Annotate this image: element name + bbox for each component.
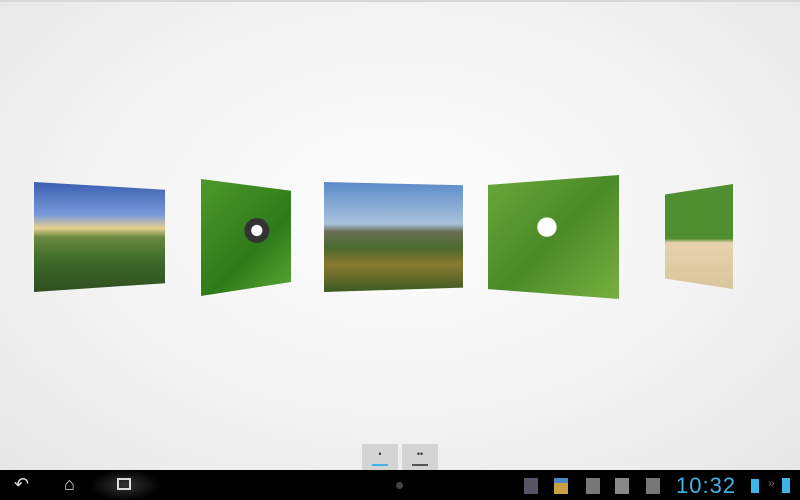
download-icon[interactable]: [615, 478, 629, 494]
battery-level-icon: [782, 478, 790, 493]
page-1-button[interactable]: •: [362, 444, 398, 470]
photo-valley-landscape[interactable]: [324, 182, 463, 292]
recent-apps-icon: [117, 478, 131, 490]
photo-ball-in-hole[interactable]: [201, 179, 291, 296]
inactive-indicator: [412, 463, 428, 466]
active-indicator: [372, 463, 388, 466]
screenshot-icon[interactable]: [524, 478, 538, 494]
clock: 10:32: [676, 473, 737, 498]
sd-card-icon[interactable]: [646, 478, 660, 494]
cleaner-icon[interactable]: [554, 478, 568, 494]
back-icon[interactable]: ↶: [14, 474, 29, 495]
page-1-label: •: [378, 448, 382, 459]
chevron-icon: »: [768, 476, 775, 490]
battery-icon: [751, 479, 759, 493]
system-bar: ↶ ⌂ 10:32 »: [0, 470, 800, 500]
photo-golf-course-mountains[interactable]: [34, 182, 165, 292]
gallery-stage: • ••: [0, 0, 800, 470]
menu-dot-icon: [396, 482, 403, 489]
page-2-button[interactable]: ••: [402, 444, 438, 470]
recent-apps-button[interactable]: [92, 470, 158, 500]
photo-golfer-in-bunker[interactable]: [665, 184, 733, 289]
home-icon[interactable]: ⌂: [64, 474, 75, 495]
photo-driver-and-ball[interactable]: [488, 175, 619, 299]
page-2-label: ••: [416, 448, 424, 459]
sd-card-icon[interactable]: [586, 478, 600, 494]
